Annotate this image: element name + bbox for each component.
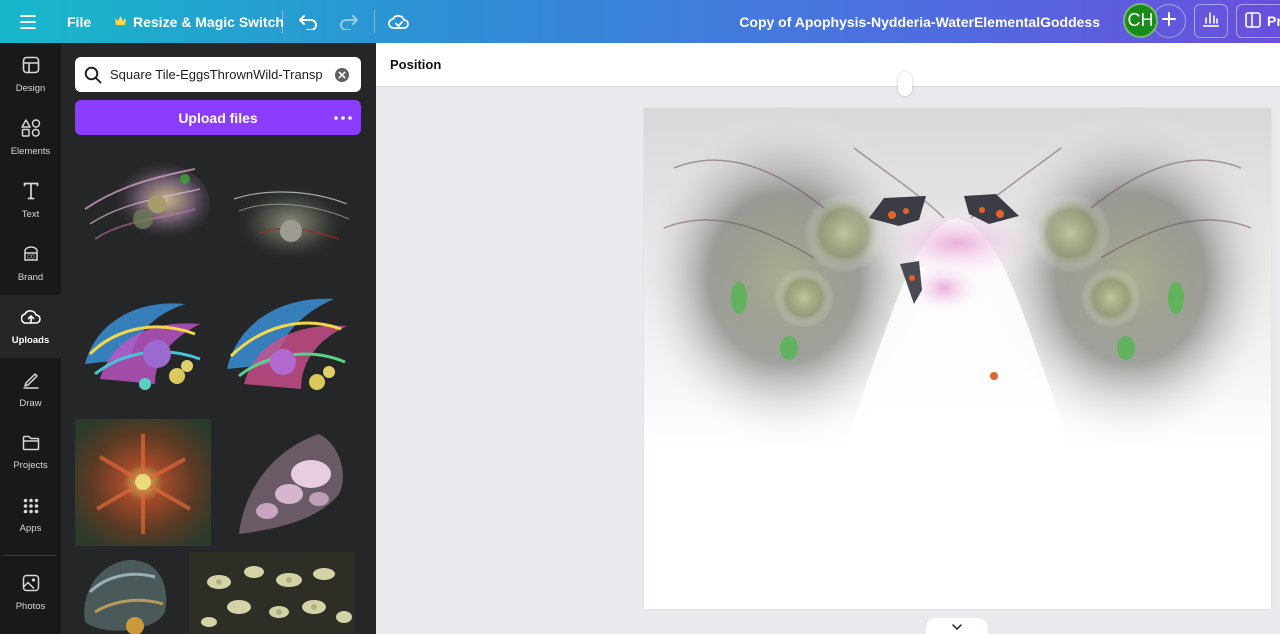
rail-item-draw[interactable]: Draw — [0, 358, 61, 421]
search-icon — [83, 65, 103, 85]
present-label: Pr — [1267, 13, 1280, 29]
editor-area: Position — [376, 43, 1280, 634]
uploads-icon — [20, 308, 41, 331]
rail-label-draw: Draw — [19, 397, 42, 409]
elements-icon — [20, 118, 41, 142]
toolbar-divider — [282, 10, 283, 33]
upload-files-button[interactable]: Upload files — [75, 100, 361, 135]
upload-thumbnail[interactable] — [75, 419, 211, 546]
redo-icon[interactable] — [337, 0, 361, 43]
plus-icon — [1162, 11, 1176, 31]
position-button[interactable]: Position — [390, 57, 441, 72]
menu-icon[interactable] — [16, 0, 40, 43]
context-toolbar: Position — [376, 43, 1280, 87]
rail-label-apps: Apps — [19, 522, 42, 534]
resize-magic-switch-button[interactable]: Resize & Magic Switch — [114, 0, 284, 43]
rail-item-elements[interactable]: Elements — [0, 106, 61, 169]
more-options-icon[interactable] — [333, 100, 353, 135]
upload-thumbnail[interactable] — [219, 284, 355, 411]
photos-icon — [22, 574, 40, 597]
design-page[interactable] — [644, 108, 1271, 609]
rail-label-text: Text — [21, 208, 40, 220]
left-rail: Design Elements Text CO Brand Uploads Dr… — [0, 43, 61, 634]
text-icon — [23, 182, 39, 205]
rail-label-brand: Brand — [17, 271, 44, 283]
rail-label-elements: Elements — [10, 145, 51, 157]
document-title[interactable]: Copy of Apophysis-Nydderia-WaterElementa… — [739, 0, 1100, 43]
rail-item-text[interactable]: Text — [0, 169, 61, 232]
rail-label-uploads: Uploads — [11, 334, 50, 346]
page-expand-handle[interactable] — [926, 618, 988, 634]
uploads-panel: Upload files — [61, 43, 376, 634]
cloud-save-icon[interactable] — [387, 0, 411, 43]
insights-button[interactable] — [1194, 4, 1228, 38]
crown-icon — [114, 14, 127, 30]
rail-label-photos: Photos — [15, 600, 46, 612]
upload-thumbnail[interactable] — [75, 552, 173, 634]
upload-thumbnail[interactable] — [189, 552, 354, 634]
rail-item-apps[interactable]: Apps — [0, 484, 61, 547]
top-bar: File Resize & Magic Switch Copy of Apoph… — [0, 0, 1280, 43]
rail-item-projects[interactable]: Projects — [0, 421, 61, 484]
rail-item-design[interactable]: Design — [0, 43, 61, 106]
rail-item-uploads[interactable]: Uploads — [0, 295, 61, 358]
svg-text:CO: CO — [27, 254, 35, 260]
rail-label-projects: Projects — [13, 459, 48, 471]
draw-icon — [22, 371, 40, 394]
chevron-down-icon — [952, 617, 962, 634]
projects-icon — [22, 435, 40, 456]
apps-icon — [23, 498, 39, 519]
upload-files-label: Upload files — [178, 109, 258, 126]
upload-thumbnail[interactable] — [219, 149, 355, 276]
analytics-icon — [1202, 11, 1220, 32]
undo-icon[interactable] — [296, 0, 320, 43]
present-button[interactable]: Pr — [1236, 4, 1280, 38]
rail-item-brand[interactable]: CO Brand — [0, 232, 61, 295]
design-icon — [22, 56, 40, 79]
file-menu-button[interactable]: File — [67, 0, 91, 43]
clear-search-icon[interactable] — [333, 66, 351, 84]
rail-item-photos[interactable]: Photos — [0, 561, 61, 624]
search-bar[interactable] — [75, 57, 361, 92]
fractal-artwork-image[interactable] — [644, 108, 1271, 450]
resize-magic-switch-label: Resize & Magic Switch — [133, 13, 284, 30]
avatar[interactable]: CH — [1123, 3, 1158, 38]
side-scroll-handle[interactable] — [898, 72, 912, 96]
search-input[interactable] — [110, 67, 333, 82]
toolbar-divider — [374, 10, 375, 33]
rail-divider — [4, 555, 56, 556]
present-icon — [1245, 11, 1261, 31]
rail-label-design: Design — [15, 82, 46, 94]
upload-thumbnail[interactable] — [75, 149, 211, 276]
brand-icon: CO — [22, 245, 40, 268]
upload-thumbnail[interactable] — [75, 284, 211, 411]
upload-thumbnail[interactable] — [219, 419, 355, 546]
file-menu-label: File — [67, 13, 92, 30]
